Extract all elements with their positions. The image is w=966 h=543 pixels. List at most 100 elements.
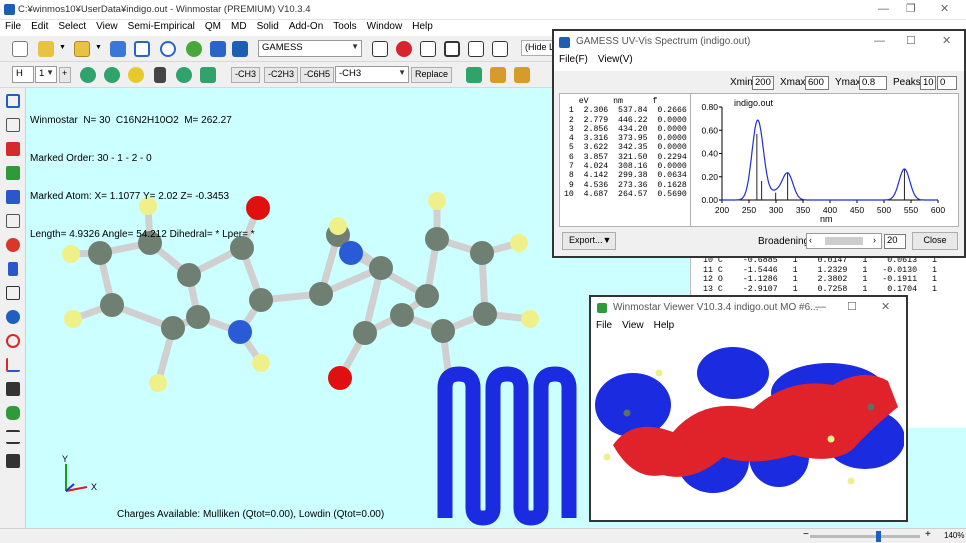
percent-icon[interactable]: [200, 67, 216, 83]
wm-window-icon[interactable]: [232, 41, 248, 57]
menu-help[interactable]: Help: [407, 20, 438, 36]
replace-button[interactable]: Replace: [411, 67, 453, 83]
add-hydrogen-icon[interactable]: [80, 67, 96, 83]
carbon-atom[interactable]: [369, 256, 393, 280]
zoom-slider-track[interactable]: [810, 535, 920, 538]
table-icon[interactable]: [6, 286, 20, 300]
ymax-input[interactable]: 0.8: [859, 76, 887, 90]
money-icon[interactable]: [186, 41, 202, 57]
broadening-input[interactable]: 20: [884, 234, 906, 249]
carbon-atom[interactable]: [177, 263, 201, 287]
chevron-down-icon[interactable]: ▼: [59, 44, 66, 51]
cube-icon[interactable]: [490, 67, 506, 83]
hydrogen-bond-icon[interactable]: [154, 67, 166, 83]
move-icon[interactable]: [6, 166, 20, 180]
film-icon[interactable]: [444, 41, 460, 57]
peaks-offset-input[interactable]: 0: [937, 76, 957, 90]
export-button[interactable]: Export...▼: [562, 232, 616, 250]
check-box-icon[interactable]: [468, 41, 484, 57]
minimize-icon[interactable]: —: [815, 301, 826, 313]
carbon-atom[interactable]: [425, 227, 449, 251]
crystal-icon[interactable]: [514, 67, 530, 83]
check-window-icon[interactable]: [372, 41, 388, 57]
excitation-table[interactable]: eV nm f 1 2.306 537.84 0.2666 2 2.779 44…: [562, 95, 690, 225]
bond-icon[interactable]: [176, 67, 192, 83]
peaks-input[interactable]: 10: [920, 76, 936, 90]
menu-file[interactable]: File: [591, 319, 617, 335]
hydrogen-atom[interactable]: [428, 192, 446, 210]
delete-icon[interactable]: [6, 142, 20, 156]
new-file-icon[interactable]: [12, 41, 28, 57]
carbon-atom[interactable]: [353, 321, 377, 345]
select-icon[interactable]: [6, 94, 20, 108]
hydrogen-atom[interactable]: [252, 354, 270, 372]
list-icon[interactable]: [6, 430, 20, 444]
camera-icon[interactable]: [6, 454, 20, 468]
substituent-c2h3-button[interactable]: -C2H3: [264, 67, 299, 83]
carbon-atom[interactable]: [309, 282, 333, 306]
menu-semi-empirical[interactable]: Semi-Empirical: [123, 20, 200, 36]
carbon-atom[interactable]: [249, 288, 273, 312]
save-as-icon[interactable]: [134, 41, 150, 57]
minimize-icon[interactable]: —: [874, 35, 885, 47]
broadening-slider[interactable]: ‹ ›: [806, 233, 882, 249]
import-folder-icon[interactable]: [74, 41, 90, 57]
xmin-input[interactable]: 200: [752, 76, 774, 90]
zoom-in-icon[interactable]: +: [925, 529, 931, 540]
menu-solid[interactable]: Solid: [252, 20, 284, 36]
stop-icon[interactable]: [420, 41, 436, 57]
substituent-combo[interactable]: -CH3 ▼: [335, 66, 409, 83]
color-icon[interactable]: [6, 238, 20, 252]
chevron-down-icon[interactable]: ▼: [95, 44, 102, 51]
chevron-left-icon[interactable]: ‹: [809, 235, 812, 245]
element-combo[interactable]: H: [12, 66, 34, 83]
molecule-edit-icon[interactable]: [466, 67, 482, 83]
substituent-ch3-button[interactable]: -CH3: [231, 67, 261, 83]
menu-edit[interactable]: Edit: [26, 20, 53, 36]
close-button[interactable]: Close: [912, 232, 958, 250]
menu-md[interactable]: MD: [226, 20, 252, 36]
label-icon[interactable]: [6, 382, 20, 396]
menu-select[interactable]: Select: [53, 20, 91, 36]
hydrogen-atom[interactable]: [521, 310, 539, 328]
measure-icon[interactable]: [8, 262, 18, 276]
menu-window[interactable]: Window: [362, 20, 408, 36]
rotate-icon[interactable]: [6, 190, 20, 204]
mo-canvas[interactable]: [593, 337, 904, 520]
carbon-atom[interactable]: [390, 303, 414, 327]
hide-toggle-button[interactable]: (Hide L: [521, 40, 555, 56]
carbon-atom[interactable]: [186, 305, 210, 329]
maximize-icon[interactable]: ☐: [906, 34, 916, 47]
menu-help[interactable]: Help: [649, 319, 680, 335]
grid-icon[interactable]: [6, 118, 20, 132]
zoom-out-icon[interactable]: −: [803, 529, 809, 540]
close-icon[interactable]: ✕: [940, 2, 949, 15]
calculator-icon[interactable]: [210, 41, 226, 57]
slider-thumb[interactable]: [825, 237, 863, 245]
hydrogen-atom[interactable]: [510, 234, 528, 252]
xmax-input[interactable]: 600: [805, 76, 829, 90]
carbon-atom[interactable]: [473, 302, 497, 326]
carbon-atom[interactable]: [415, 284, 439, 308]
menu-file[interactable]: File: [0, 20, 26, 36]
oxygen-atom[interactable]: [328, 366, 352, 390]
minimize-icon[interactable]: —: [878, 3, 889, 15]
carbon-atom[interactable]: [161, 316, 185, 340]
menu-tools[interactable]: Tools: [328, 20, 361, 36]
menu-file[interactable]: File(F): [554, 53, 593, 69]
output-icon[interactable]: [492, 41, 508, 57]
menu-view[interactable]: View: [617, 319, 649, 335]
refresh-icon[interactable]: [160, 41, 176, 57]
menu-add-on[interactable]: Add-On: [284, 20, 328, 36]
menu-qm[interactable]: QM: [200, 20, 226, 36]
hydrogen-atom[interactable]: [329, 217, 347, 235]
hydrogen-atom[interactable]: [64, 310, 82, 328]
half-atom-icon[interactable]: [128, 67, 144, 83]
chevron-right-icon[interactable]: ›: [873, 235, 876, 245]
nitrogen-atom[interactable]: [339, 241, 363, 265]
add-atom-button[interactable]: +: [59, 67, 71, 83]
solver-combo[interactable]: GAMESS ▼: [258, 40, 362, 57]
surface-icon[interactable]: [6, 406, 20, 420]
save-icon[interactable]: [110, 41, 126, 57]
carbon-atom[interactable]: [431, 319, 455, 343]
